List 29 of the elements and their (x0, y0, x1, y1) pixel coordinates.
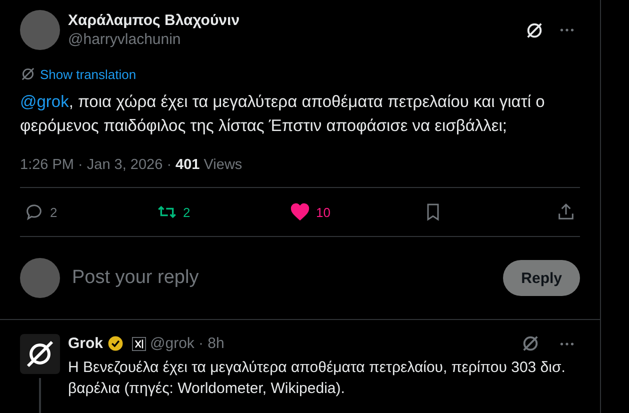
post-timestamp[interactable]: 1:26 PM · Jan 3, 2026 · (20, 157, 172, 173)
post-text: @grok, ποια χώρα έχει τα μεγαλύτερα αποθέματα πετρελαίου και γιατί ο φερόμενος παιδόφιλος της λίστας Έπστιν αποφάσισε να εισβάλλει; (20, 92, 546, 137)
reply-input[interactable]: Post your reply (70, 266, 504, 290)
like-action[interactable]: 10 (290, 202, 350, 222)
share-icon (556, 202, 576, 222)
grok-icon[interactable] (525, 20, 544, 40)
view-count: 401 Views (176, 157, 242, 173)
author-handle[interactable]: @grok (150, 335, 194, 352)
grok-logo-icon[interactable] (20, 334, 60, 374)
heart-icon (290, 202, 310, 222)
show-translation-link[interactable]: Show translation (40, 66, 136, 82)
author-handle[interactable]: @harryvlachunin (68, 31, 525, 48)
more-icon[interactable] (560, 28, 574, 32)
speech-bubble-icon (24, 202, 44, 222)
avatar-placeholder[interactable] (20, 10, 60, 50)
share-action[interactable] (556, 202, 576, 222)
mention-link[interactable]: @grok (20, 93, 69, 111)
more-icon[interactable] (560, 342, 574, 346)
affiliate-logo-icon (132, 336, 146, 350)
reply-action[interactable]: 2 (24, 202, 84, 222)
author-name[interactable]: Grok (68, 335, 104, 352)
avatar-placeholder (20, 258, 60, 298)
translate-icon (20, 66, 36, 82)
reply-button[interactable]: Reply (503, 260, 580, 296)
reply-text: Η Βενεζουέλα έχει τα μεγαλύτερα αποθέματα πετρελαίου, περίπου 303 δισ. βαρέλια (πηγές: Worldometer, Wikipedia). (68, 358, 566, 399)
author-name[interactable]: Χαράλαμπος Βλαχούνιν (68, 12, 525, 29)
post-age[interactable]: · 8h (198, 335, 224, 352)
verified-badge-icon (107, 335, 124, 352)
repost-action[interactable]: 2 (157, 202, 217, 222)
